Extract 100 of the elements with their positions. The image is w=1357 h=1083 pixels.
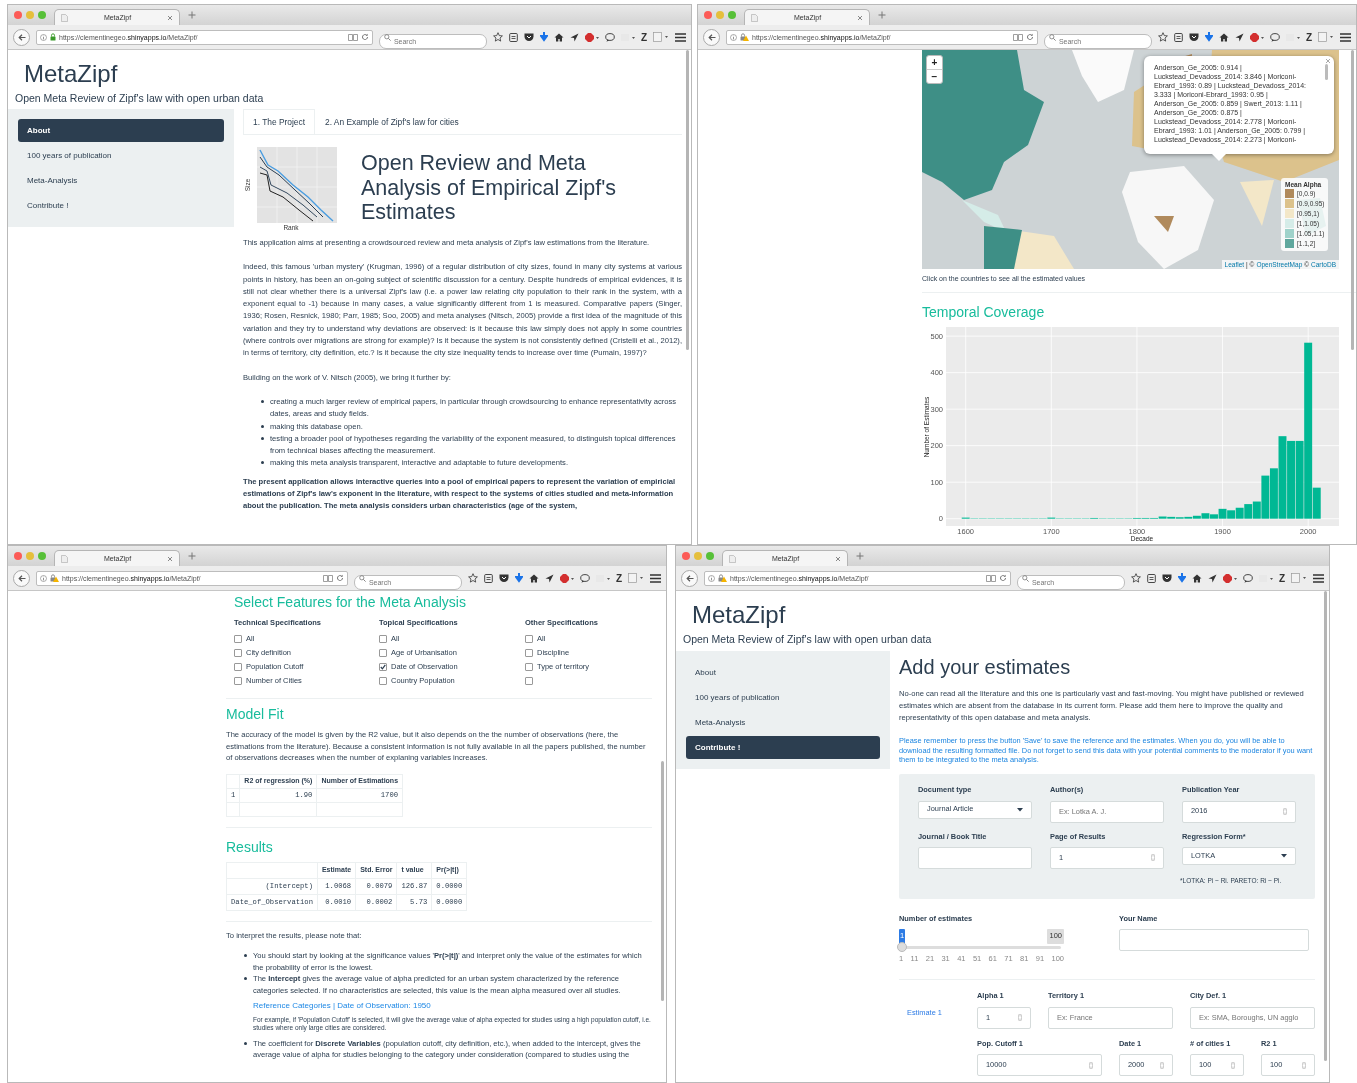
info-icon[interactable] — [40, 33, 47, 41]
home-icon[interactable] — [528, 573, 539, 583]
checkbox[interactable] — [525, 677, 533, 686]
menu-icon[interactable] — [675, 32, 686, 42]
info-icon[interactable] — [730, 33, 737, 41]
scrollbar[interactable] — [1324, 591, 1327, 1061]
speech-bubble-icon[interactable] — [1242, 573, 1253, 583]
close-window-button[interactable] — [682, 552, 690, 560]
download-icon[interactable] — [539, 32, 548, 42]
zoom-window-button[interactable] — [38, 11, 46, 19]
clipboard-icon[interactable] — [483, 573, 493, 583]
home-icon[interactable] — [1191, 573, 1202, 583]
clipboard-icon[interactable] — [1146, 573, 1156, 583]
close-window-button[interactable] — [14, 552, 22, 560]
menu-icon[interactable] — [1340, 32, 1351, 42]
document-icon[interactable] — [1318, 32, 1334, 42]
nav-item[interactable]: Meta-Analysis — [18, 169, 224, 192]
checkbox[interactable] — [379, 635, 387, 644]
nav-item[interactable]: 100 years of publication — [18, 144, 224, 167]
scrollbar[interactable] — [686, 50, 689, 350]
stop-sign-icon[interactable] — [1222, 573, 1237, 583]
stop-sign-icon[interactable] — [1249, 32, 1264, 42]
stop-sign-icon[interactable] — [584, 32, 599, 42]
nav-item[interactable]: About — [18, 119, 224, 142]
reload-icon[interactable] — [1025, 33, 1034, 41]
zoom-window-button[interactable] — [706, 552, 714, 560]
scrollbar[interactable] — [661, 761, 664, 1001]
back-button[interactable] — [703, 28, 720, 46]
text-field[interactable] — [918, 846, 1032, 869]
nav-item[interactable]: Contribute ! — [686, 736, 880, 759]
back-arrow-icon[interactable] — [707, 33, 716, 41]
checkbox[interactable] — [234, 649, 242, 658]
send-icon[interactable] — [1207, 573, 1217, 583]
new-tab-icon[interactable] — [188, 552, 196, 560]
clipboard-icon[interactable] — [508, 32, 518, 42]
checkbox[interactable] — [525, 649, 533, 658]
info-icon[interactable] — [708, 574, 715, 582]
zoom-window-button[interactable] — [38, 552, 46, 560]
scrollbar[interactable] — [1325, 64, 1328, 80]
home-icon[interactable] — [1218, 32, 1229, 42]
close-window-button[interactable] — [14, 11, 22, 19]
reload-icon[interactable] — [335, 574, 344, 582]
shield-icon[interactable] — [1161, 573, 1172, 583]
reader-view-icon[interactable] — [347, 33, 358, 41]
checkbox[interactable] — [379, 677, 387, 686]
document-icon[interactable] — [1291, 573, 1307, 583]
scrollbar[interactable] — [1351, 50, 1354, 350]
checkbox[interactable] — [234, 663, 242, 672]
menu-icon[interactable] — [650, 573, 661, 583]
extension-button[interactable]: Z — [615, 572, 622, 584]
extension-button[interactable]: Z — [1278, 572, 1285, 584]
new-tab-icon[interactable] — [878, 11, 886, 19]
download-icon[interactable] — [1204, 32, 1213, 42]
star-icon[interactable] — [1157, 32, 1168, 42]
new-tab-icon[interactable] — [188, 11, 196, 19]
back-button[interactable] — [13, 569, 30, 587]
reload-icon[interactable] — [360, 33, 369, 41]
extension-button[interactable]: Z — [640, 31, 647, 43]
stop-sign-icon[interactable] — [559, 573, 574, 583]
back-arrow-icon[interactable] — [17, 574, 26, 582]
back-arrow-icon[interactable] — [17, 33, 26, 41]
close-icon[interactable] — [857, 14, 863, 21]
checkbox[interactable] — [379, 649, 387, 658]
info-icon[interactable] — [40, 574, 47, 582]
checkbox[interactable] — [525, 663, 533, 672]
reader-view-icon[interactable] — [1012, 33, 1023, 41]
nav-item[interactable]: About — [686, 661, 880, 684]
zoom-in-button[interactable]: + — [927, 56, 942, 69]
shield-icon[interactable] — [523, 32, 534, 42]
zoom-window-button[interactable] — [728, 11, 736, 19]
star-icon[interactable] — [492, 32, 503, 42]
download-icon[interactable] — [1177, 573, 1186, 583]
nav-item[interactable]: Meta-Analysis — [686, 711, 880, 734]
reload-icon[interactable] — [998, 574, 1007, 582]
document-icon[interactable] — [653, 32, 669, 42]
speech-bubble-icon[interactable] — [579, 573, 590, 583]
zoom-out-button[interactable]: − — [927, 69, 942, 83]
home-icon[interactable] — [553, 32, 564, 42]
send-icon[interactable] — [1234, 32, 1244, 42]
close-icon[interactable] — [167, 14, 173, 21]
send-icon[interactable] — [569, 32, 579, 42]
new-tab-icon[interactable] — [856, 552, 864, 560]
speech-bubble-icon[interactable] — [604, 32, 615, 42]
text-field[interactable] — [1119, 929, 1309, 952]
back-button[interactable] — [13, 28, 30, 46]
extension-button[interactable]: Z — [1305, 31, 1312, 43]
close-icon[interactable] — [835, 555, 841, 562]
star-icon[interactable] — [467, 573, 478, 583]
close-icon[interactable] — [1325, 58, 1331, 64]
clipboard-icon[interactable] — [1173, 32, 1183, 42]
shield-icon[interactable] — [498, 573, 509, 583]
close-window-button[interactable] — [704, 11, 712, 19]
checkbox[interactable] — [234, 635, 242, 644]
speech-bubble-icon[interactable] — [1269, 32, 1280, 42]
checkbox[interactable] — [379, 663, 387, 672]
nav-item[interactable]: Contribute ! — [18, 194, 224, 217]
reader-view-icon[interactable] — [985, 574, 996, 582]
menu-icon[interactable] — [1313, 573, 1324, 583]
download-icon[interactable] — [514, 573, 523, 583]
close-icon[interactable] — [167, 555, 173, 562]
